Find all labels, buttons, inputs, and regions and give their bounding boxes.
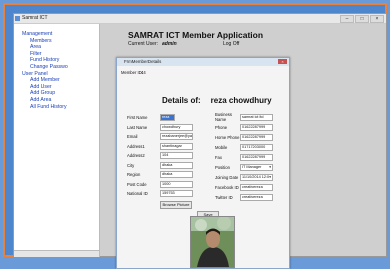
left-field-input[interactable]: chowdhury — [160, 123, 193, 131]
left-field-label: Last Name — [127, 124, 148, 130]
right-field-label: Phone — [215, 125, 228, 130]
field-value: dhaka — [162, 162, 173, 167]
tree-item[interactable]: All Fund History — [30, 104, 67, 111]
details-heading: Details of: reza chowdhury — [162, 96, 272, 105]
field-value: 104 — [162, 153, 169, 157]
tree-horizontal-scrollbar[interactable] — [14, 250, 99, 257]
right-field-input[interactable]: 01622287999 — [240, 154, 273, 161]
maximize-icon[interactable]: □ — [355, 15, 369, 23]
right-field-label: Fax — [215, 155, 222, 160]
member-id-label: Member ID: — [121, 70, 143, 75]
dialog-close-icon[interactable]: × — [278, 59, 287, 64]
dialog-titlebar: FrmMemberDetails × — [117, 58, 289, 66]
left-field-input[interactable]: dhaka — [160, 161, 193, 169]
app-title: SAMRAT ICT Member Application — [128, 30, 264, 40]
field-value: 01717203000 — [242, 145, 266, 149]
app-icon — [15, 16, 20, 21]
screenshot-frame: Samrat ICT – □ × Management Members Area Fi… — [3, 3, 387, 269]
field-value: 1000 — [162, 181, 171, 186]
field-value: 01622287999 — [242, 155, 266, 159]
current-user-name: admin — [162, 41, 177, 47]
left-field-label: National ID — [127, 191, 148, 196]
field-value: samrat ict ltd — [242, 115, 264, 119]
logoff-link[interactable]: Log Off — [223, 41, 239, 47]
field-value: creativereza — [242, 195, 263, 199]
right-field-dropdown[interactable]: IT Manager ▾ — [240, 164, 273, 171]
left-field-label: Email — [127, 134, 138, 139]
right-field-label: Home Phone — [215, 135, 240, 140]
field-value: 159753 — [162, 191, 175, 195]
right-field-label: Twitter ID — [215, 195, 233, 200]
left-field-label: City — [127, 162, 135, 168]
left-field-input[interactable]: 104 — [160, 152, 193, 159]
left-field-input[interactable]: 159753 — [160, 190, 193, 197]
field-value: dhaka — [162, 172, 173, 176]
field-value: creativereza — [242, 185, 263, 189]
details-of-label: Details of: — [162, 96, 201, 105]
app-window: Samrat ICT – □ × Management Members Area Fi… — [13, 13, 387, 269]
left-field-label: Post Code — [127, 181, 147, 187]
right-field-input[interactable]: samrat ict ltd — [240, 114, 273, 121]
member-photo — [190, 216, 235, 268]
field-value: IT Manager — [242, 165, 262, 169]
right-field-label: Position — [215, 165, 230, 170]
current-user: Current User: admin — [128, 41, 177, 47]
right-field-dropdown[interactable]: 11/10/2014 12:0 ▾ — [240, 174, 273, 181]
field-value: rezabanerjee@yaho — [162, 134, 193, 138]
left-field-label: First Name — [127, 115, 148, 120]
left-field-input[interactable]: reza — [160, 114, 175, 121]
right-field-input[interactable]: 01622287999 — [240, 134, 273, 141]
window-titlebar: Samrat ICT – □ × — [14, 14, 386, 24]
dialog-title: FrmMemberDetails — [124, 59, 162, 64]
left-field-label: Address2 — [127, 153, 145, 158]
field-value: 11/10/2014 12:0 — [242, 175, 270, 179]
right-field-input[interactable]: 01622287999 — [240, 124, 273, 131]
current-user-label: Current User: — [128, 41, 159, 47]
window-title: Samrat ICT — [22, 15, 48, 21]
left-field-input[interactable]: shantinagar — [160, 142, 193, 150]
main-panel: SAMRAT ICT Member Application Current Us… — [100, 24, 386, 269]
field-value: shantinagar — [162, 143, 182, 148]
right-field-input[interactable]: creativereza — [240, 194, 273, 201]
navigation-tree: Management Members Area Filter Fund History C… — [14, 24, 100, 257]
left-field-label: Address1 — [127, 143, 145, 149]
member-id-value: 44 — [141, 70, 146, 75]
left-field-input[interactable]: 1000 — [160, 180, 193, 188]
right-field-label: Joining Date — [215, 175, 239, 180]
right-field-label: Mobile — [215, 145, 228, 150]
chevron-down-icon[interactable]: ▾ — [269, 175, 271, 180]
right-field-input[interactable]: 01717203000 — [240, 144, 273, 151]
right-field-input[interactable]: creativereza — [240, 184, 273, 191]
browse-picture-button[interactable]: Browse Picture — [160, 201, 192, 209]
left-field-input[interactable]: rezabanerjee@yaho — [160, 133, 193, 140]
close-icon[interactable]: × — [370, 15, 384, 23]
right-field-label: Business Name — [215, 112, 232, 122]
window-controls: – □ × — [340, 15, 384, 23]
field-value: 01622287999 — [242, 125, 266, 129]
field-value: reza — [162, 115, 170, 119]
member-name: reza chowdhury — [210, 96, 272, 105]
left-field-label: Region — [127, 172, 141, 177]
chevron-down-icon[interactable]: ▾ — [269, 165, 271, 170]
left-field-input[interactable]: dhaka — [160, 171, 193, 178]
field-value: chowdhury — [162, 124, 181, 129]
field-value: 01622287999 — [242, 135, 266, 139]
minimize-icon[interactable]: – — [340, 15, 354, 23]
member-details-dialog: FrmMemberDetails × Member ID: 44 Details… — [116, 57, 290, 269]
right-field-label: Facebook ID — [215, 185, 239, 190]
